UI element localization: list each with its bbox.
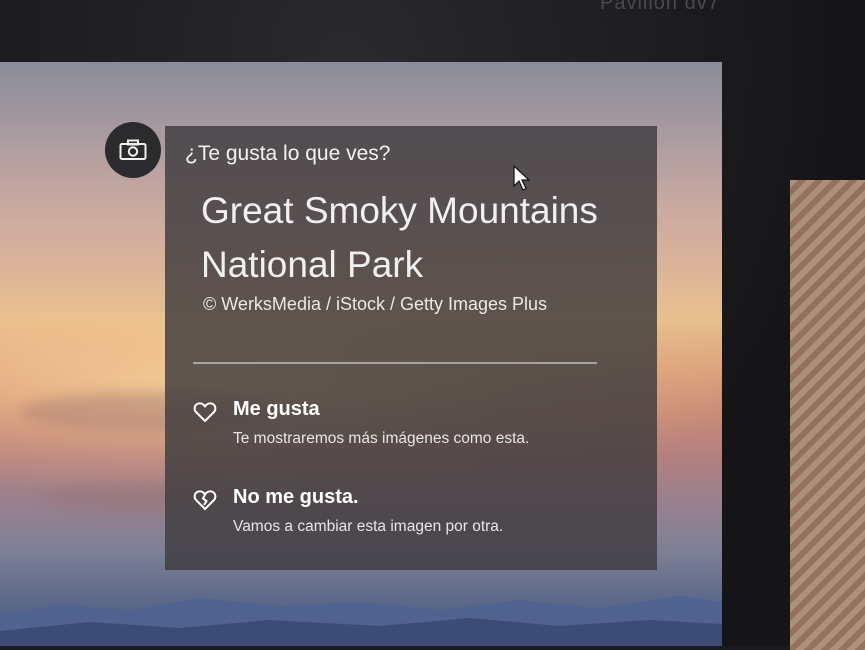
spotlight-question: ¿Te gusta lo que ves? — [185, 142, 391, 165]
image-credit: © WerksMedia / iStock / Getty Images Plu… — [203, 294, 548, 314]
dislike-description: Vamos a cambiar esta imagen por otra. — [233, 518, 504, 535]
like-description: Te mostraremos más imágenes como esta. — [233, 430, 530, 447]
divider — [193, 362, 597, 364]
dislike-option[interactable]: No me gusta. Vamos a cambiar esta imagen… — [193, 486, 633, 546]
image-title: Great Smoky Mountains National Park — [201, 190, 598, 285]
dislike-label: No me gusta. — [233, 486, 359, 508]
like-label: Me gusta — [233, 398, 320, 420]
camera-button[interactable] — [105, 122, 161, 178]
mountain-silhouette — [0, 596, 722, 646]
background-fabric — [790, 180, 865, 650]
mouse-cursor-icon — [513, 164, 531, 191]
camera-icon — [119, 139, 147, 160]
heart-outline-icon — [193, 402, 217, 423]
spotlight-panel: ¿Te gusta lo que ves? Great Smoky Mounta… — [165, 126, 657, 570]
broken-heart-icon — [193, 490, 217, 511]
like-option[interactable]: Me gusta Te mostraremos más imágenes com… — [193, 398, 633, 458]
bezel-brand-text: Pavilion dv7 — [600, 0, 720, 14]
